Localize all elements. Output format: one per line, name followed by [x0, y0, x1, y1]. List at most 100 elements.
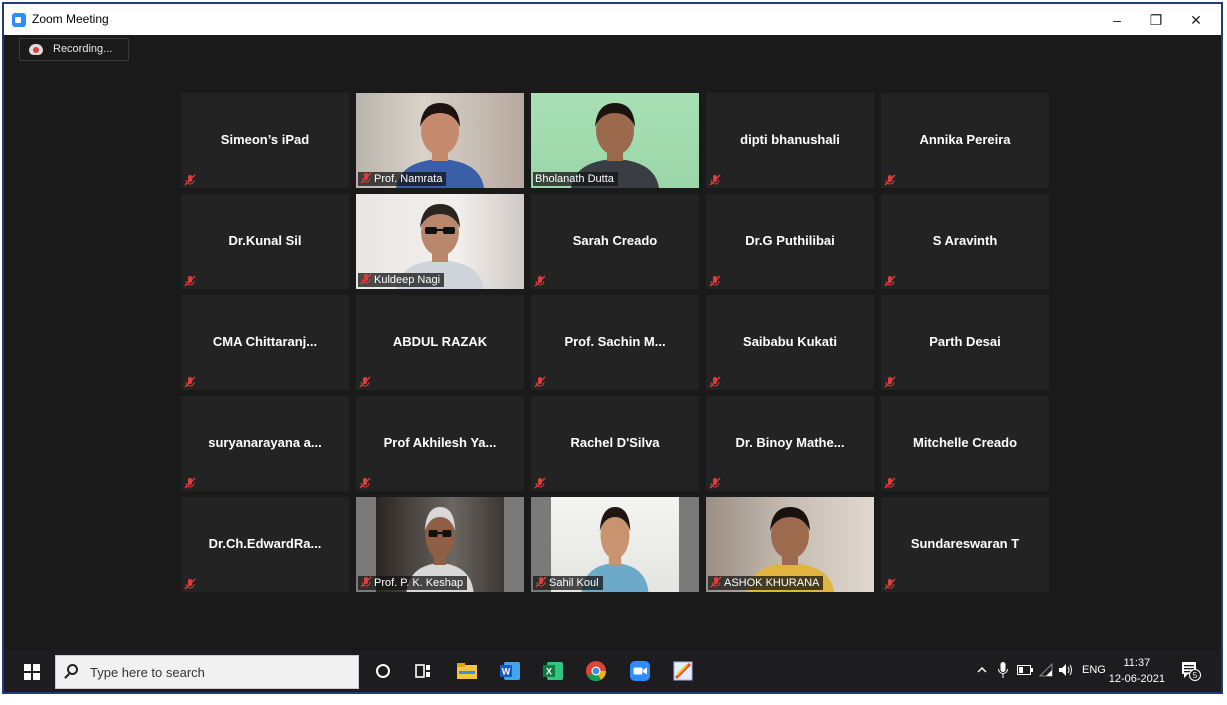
- participant-name: Bholanath Dutta: [535, 173, 614, 185]
- participant-tile[interactable]: Parth Desai: [881, 295, 1049, 390]
- participant-name: Parth Desai: [929, 334, 1001, 349]
- wifi-icon[interactable]: [1038, 662, 1053, 703]
- participant-tile[interactable]: Prof. Sachin M...: [531, 295, 699, 390]
- windows-taskbar: Type here to search W X ENG 11:37 12-06-…: [4, 651, 1221, 691]
- participant-name: Kuldeep Nagi: [374, 274, 441, 286]
- participant-tile[interactable]: Rachel D'Silva: [531, 396, 699, 491]
- restore-button[interactable]: ❐: [1136, 8, 1176, 32]
- zoom-app-icon: [12, 13, 26, 27]
- participant-tile[interactable]: suryanarayana a...: [181, 396, 349, 491]
- word-icon[interactable]: W: [498, 659, 522, 683]
- participant-name: suryanarayana a...: [208, 435, 322, 450]
- muted-mic-icon: [184, 577, 196, 590]
- participant-tile[interactable]: Mitchelle Creado: [881, 396, 1049, 491]
- participant-name: Dr.G Puthilibai: [745, 233, 835, 248]
- microphone-icon[interactable]: [998, 662, 1008, 702]
- muted-mic-icon: [884, 577, 896, 590]
- participant-tile[interactable]: Kuldeep Nagi: [356, 194, 524, 289]
- participant-name: Rachel D'Silva: [570, 435, 660, 450]
- recording-label: Recording...: [53, 43, 113, 55]
- participant-name: Mitchelle Creado: [912, 435, 1018, 450]
- participant-tile[interactable]: ASHOK KHURANA: [706, 497, 874, 592]
- participant-tile[interactable]: Prof. P. K. Keshap: [356, 497, 524, 592]
- participant-name-caption: Prof. Namrata: [358, 172, 447, 186]
- muted-mic-icon: [709, 476, 721, 489]
- muted-mic-icon: [184, 274, 196, 287]
- participant-tile[interactable]: Sahil Koul: [531, 497, 699, 592]
- participant-tile[interactable]: ABDUL RAZAK: [356, 295, 524, 390]
- participant-tile[interactable]: Dr.Ch.EdwardRa...: [181, 497, 349, 592]
- participant-name: Prof. Sachin M...: [564, 334, 666, 349]
- title-bar: Zoom Meeting – ❐ ✕: [4, 4, 1221, 35]
- clock-date: 12-06-2021: [1108, 673, 1165, 685]
- participant-tile[interactable]: Dr.G Puthilibai: [706, 194, 874, 289]
- notification-count: 5: [1193, 671, 1198, 680]
- muted-mic-icon: [534, 375, 546, 388]
- participant-tile[interactable]: Prof. Namrata: [356, 93, 524, 188]
- participant-name: Prof. Namrata: [374, 173, 443, 185]
- participant-tile[interactable]: Sundareswaran T: [881, 497, 1049, 592]
- participant-name: Sundareswaran T: [910, 536, 1020, 551]
- muted-mic-icon: [184, 476, 196, 489]
- recording-indicator[interactable]: Recording...: [19, 38, 129, 61]
- participant-name: Dr.Kunal Sil: [228, 233, 302, 248]
- participant-name-caption: Bholanath Dutta: [533, 172, 618, 186]
- muted-mic-icon: [360, 273, 372, 285]
- participant-name-caption: ASHOK KHURANA: [708, 576, 824, 590]
- participant-name-caption: Sahil Koul: [533, 576, 603, 590]
- volume-icon[interactable]: [1058, 663, 1074, 703]
- muted-mic-icon: [534, 274, 546, 287]
- participant-tile[interactable]: Bholanath Dutta: [531, 93, 699, 188]
- close-button[interactable]: ✕: [1176, 8, 1216, 32]
- participant-tile[interactable]: CMA Chittaranj...: [181, 295, 349, 390]
- muted-mic-icon: [360, 172, 372, 184]
- cloud-record-icon: [29, 44, 43, 55]
- language-indicator[interactable]: ENG: [1082, 664, 1106, 704]
- show-hidden-icons-icon[interactable]: [976, 664, 988, 704]
- chrome-icon[interactable]: [584, 659, 608, 683]
- svg-text:W: W: [502, 667, 511, 677]
- participant-tile[interactable]: Annika Pereira: [881, 93, 1049, 188]
- taskbar-clock[interactable]: 11:37 12-06-2021: [1109, 655, 1165, 687]
- participant-name: Prof. P. K. Keshap: [374, 577, 464, 589]
- muted-mic-icon: [709, 375, 721, 388]
- participant-name: CMA Chittaranj...: [212, 334, 318, 349]
- participant-tile[interactable]: Prof Akhilesh Ya...: [356, 396, 524, 491]
- participant-tile[interactable]: Dr. Binoy Mathe...: [706, 396, 874, 491]
- excel-icon[interactable]: X: [541, 659, 565, 683]
- participant-tile[interactable]: Dr.Kunal Sil: [181, 194, 349, 289]
- whiteboard-app-icon[interactable]: [671, 659, 695, 683]
- file-explorer-icon[interactable]: [455, 659, 479, 683]
- taskbar-search-box[interactable]: Type here to search: [55, 655, 359, 689]
- muted-mic-icon: [184, 375, 196, 388]
- muted-mic-icon: [359, 476, 371, 489]
- zoom-taskbar-icon[interactable]: [628, 659, 652, 683]
- svg-text:X: X: [546, 667, 552, 677]
- participant-tile[interactable]: dipti bhanushali: [706, 93, 874, 188]
- muted-mic-icon: [709, 274, 721, 287]
- participant-name-caption: Prof. P. K. Keshap: [358, 576, 468, 590]
- participant-tile[interactable]: S Aravinth: [881, 194, 1049, 289]
- battery-icon[interactable]: [1017, 665, 1033, 705]
- muted-mic-icon: [884, 274, 896, 287]
- cortana-icon[interactable]: [371, 659, 395, 683]
- participant-name: ASHOK KHURANA: [724, 577, 820, 589]
- muted-mic-icon: [884, 173, 896, 186]
- muted-mic-icon: [359, 375, 371, 388]
- participant-tile[interactable]: Simeon’s iPad: [181, 93, 349, 188]
- minimize-button[interactable]: –: [1097, 8, 1137, 32]
- participant-name: ABDUL RAZAK: [392, 334, 488, 349]
- muted-mic-icon: [884, 476, 896, 489]
- participant-name: dipti bhanushali: [740, 132, 840, 147]
- participant-name: Prof Akhilesh Ya...: [383, 435, 497, 450]
- participant-name-caption: Kuldeep Nagi: [358, 273, 445, 287]
- muted-mic-icon: [884, 375, 896, 388]
- muted-mic-icon: [360, 576, 372, 588]
- participant-tile[interactable]: Sarah Creado: [531, 194, 699, 289]
- task-view-icon[interactable]: [411, 659, 435, 683]
- windows-start-icon[interactable]: [24, 664, 40, 680]
- notification-center-icon[interactable]: 5: [1180, 660, 1202, 700]
- participant-tile[interactable]: Saibabu Kukati: [706, 295, 874, 390]
- participant-name: Saibabu Kukati: [743, 334, 837, 349]
- participant-name: Sarah Creado: [572, 233, 658, 248]
